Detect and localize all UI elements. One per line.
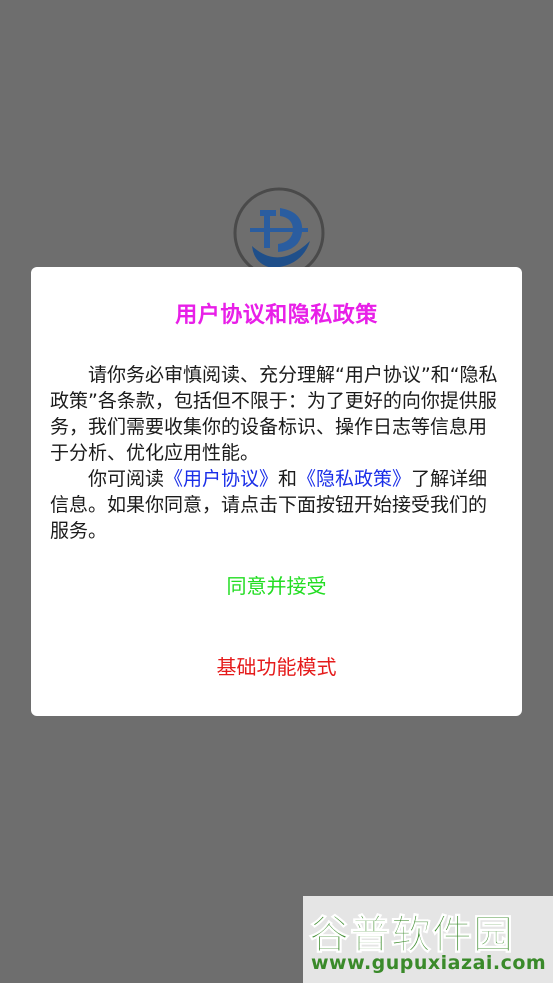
privacy-policy-link[interactable]: 《隐私政策》 bbox=[297, 468, 411, 490]
accept-button[interactable]: 同意并接受 bbox=[31, 570, 522, 599]
app-logo-icon bbox=[232, 186, 326, 280]
read-more-and: 和 bbox=[278, 468, 298, 490]
watermark: 谷普软件园 www.gupuxiazai.com bbox=[303, 896, 553, 983]
user-agreement-link[interactable]: 《用户协议》 bbox=[164, 468, 278, 490]
dialog-body: 请你务必审慎阅读、充分理解“用户协议”和“隐私政策”各条款，包括但不限于：为了更… bbox=[50, 362, 504, 544]
dialog-title: 用户协议和隐私政策 bbox=[175, 303, 378, 328]
screen: 用户协议和隐私政策 请你务必审慎阅读、充分理解“用户协议”和“隐私政策”各条款，… bbox=[0, 0, 553, 983]
read-more-paragraph: 你可阅读《用户协议》和《隐私政策》了解详细信息。如果你同意，请点击下面按钮开始接… bbox=[50, 466, 504, 544]
privacy-dialog: 用户协议和隐私政策 请你务必审慎阅读、充分理解“用户协议”和“隐私政策”各条款，… bbox=[31, 267, 522, 716]
terms-paragraph: 请你务必审慎阅读、充分理解“用户协议”和“隐私政策”各条款，包括但不限于：为了更… bbox=[50, 364, 498, 464]
read-more-prefix: 你可阅读 bbox=[88, 468, 165, 490]
basic-mode-button[interactable]: 基础功能模式 bbox=[31, 651, 522, 680]
watermark-url: www.gupuxiazai.com bbox=[311, 952, 547, 974]
